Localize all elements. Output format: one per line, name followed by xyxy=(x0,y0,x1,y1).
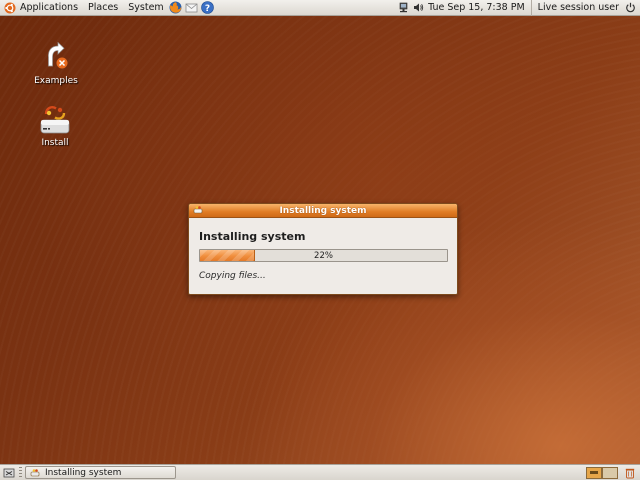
desktop-icon-examples[interactable]: Examples xyxy=(21,42,91,86)
network-icon[interactable] xyxy=(398,2,409,13)
workspace-window-thumb xyxy=(590,471,598,474)
desktop-icon-examples-label: Examples xyxy=(34,76,78,86)
dialog-title: Installing system xyxy=(279,205,367,216)
menu-applications-label: Applications xyxy=(20,2,79,13)
menu-places[interactable]: Places xyxy=(83,0,123,16)
taskbar-item-installing-system[interactable]: Installing system xyxy=(25,466,176,479)
taskbar-item-label: Installing system xyxy=(45,467,122,478)
ubuntu-logo-icon xyxy=(4,2,16,13)
firefox-launcher-icon[interactable] xyxy=(169,1,182,14)
panel-tray: Tue Sep 15, 7:38 PM Live session user xyxy=(398,0,640,16)
menu-places-label: Places xyxy=(88,2,119,13)
mail-launcher-icon[interactable] xyxy=(185,1,198,14)
svg-text:?: ? xyxy=(205,4,210,14)
install-icon xyxy=(40,106,70,134)
examples-icon xyxy=(48,42,68,69)
menu-system-label: System xyxy=(128,2,164,13)
power-icon[interactable] xyxy=(625,2,636,13)
dialog-titlebar[interactable]: Installing system xyxy=(189,204,457,218)
installer-dialog: Installing system Installing system 22% … xyxy=(188,203,458,295)
user-name: Live session user xyxy=(537,2,619,13)
dialog-heading: Installing system xyxy=(199,230,306,243)
installer-task-icon xyxy=(30,468,40,476)
clock[interactable]: Tue Sep 15, 7:38 PM xyxy=(428,2,525,13)
workspace-2[interactable] xyxy=(602,466,618,479)
menu-applications[interactable]: Applications xyxy=(0,0,83,16)
show-desktop-icon[interactable] xyxy=(3,467,15,479)
workspace-1[interactable] xyxy=(586,466,602,479)
desktop-icon-install-label: Install xyxy=(41,138,69,148)
install-progress-text: 22% xyxy=(314,250,333,261)
trash-icon[interactable] xyxy=(624,467,636,479)
panel-grip[interactable] xyxy=(19,466,22,479)
volume-icon[interactable] xyxy=(413,2,424,13)
desktop-icon-install[interactable]: Install xyxy=(20,104,90,148)
window-menu-icon[interactable] xyxy=(193,205,203,215)
top-panel: Applications Places System ? Tue Sep 15,… xyxy=(0,0,640,16)
help-launcher-icon[interactable]: ? xyxy=(200,1,214,14)
menu-system[interactable]: System xyxy=(123,0,168,16)
install-progress-bar: 22% xyxy=(199,249,448,262)
bottom-panel: Installing system xyxy=(0,464,640,480)
user-menu[interactable]: Live session user xyxy=(530,0,625,16)
workspace-switcher xyxy=(586,466,636,479)
install-status-text: Copying files... xyxy=(199,271,266,281)
